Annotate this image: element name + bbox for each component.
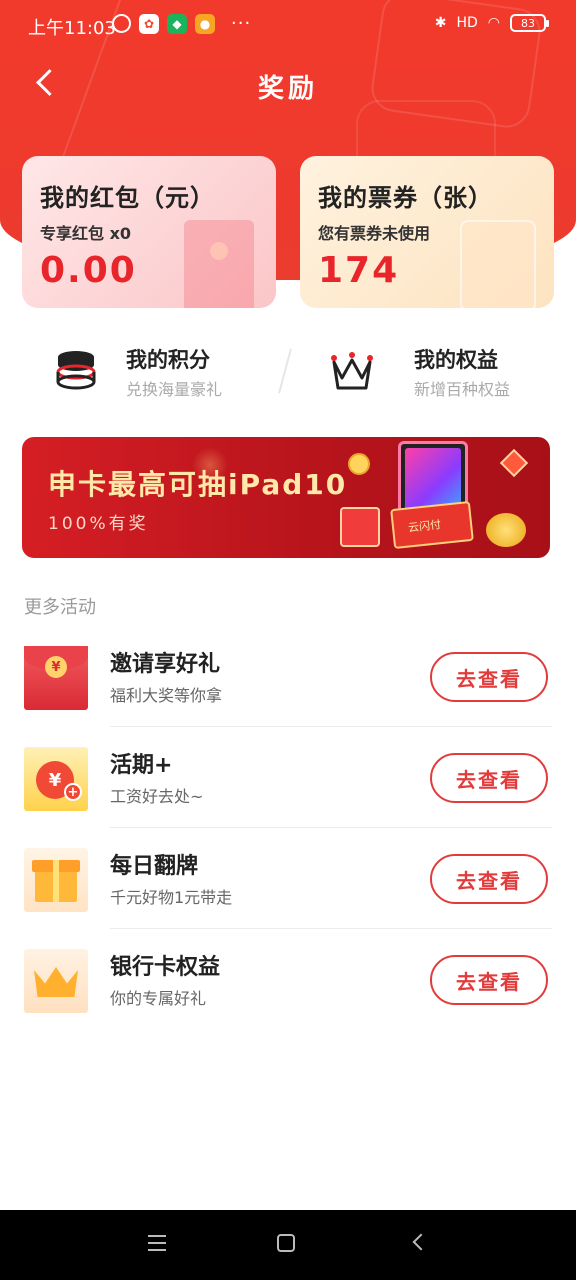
activity-row[interactable]: 每日翻牌 千元好物1元带走 去查看 [0,836,576,936]
red-packet-subtitle: 专享红包 x0 [40,224,132,243]
activity-row[interactable]: 银行卡权益 你的专属好礼 去查看 [0,937,576,1037]
gift-icon [24,848,88,912]
red-packet-card[interactable]: 我的红包（元） 专享红包 x0 0.00 [22,156,276,308]
view-button[interactable]: 去查看 [430,652,548,702]
back-icon[interactable] [412,1233,430,1251]
gift-box-label: 云闪付 [407,518,442,535]
top-navigation: 奖励 [0,56,576,112]
banner-title: 申卡最高可抽iPad10 [48,468,348,501]
activity-title: 邀请享好礼 [110,652,221,677]
crown-icon [331,352,373,390]
status-bar: 上午11:03 ✿ ◆ ● ··· ✱ HD ◠ 83 [0,0,576,52]
tickets-title: 我的票券（张） [318,184,493,212]
promo-banner[interactable]: 申卡最高可抽iPad10 100%有奖 云闪付 [22,437,550,558]
coins-stack-icon [56,351,96,390]
shield-app-icon: ◆ [167,13,187,34]
points-entry[interactable]: 我的积分 兑换海量豪礼 [50,340,300,400]
red-envelope-icon [340,507,380,547]
more-notifications-icon: ··· [231,13,252,34]
row-divider [110,726,552,727]
coins-stack-image [486,513,526,547]
tickets-count: 174 [318,250,400,291]
row-divider [110,827,552,828]
activity-title: 活期+ [110,753,173,778]
yuan-plus-icon: ¥ + [24,747,88,811]
status-notification-icons: ✿ ◆ ● ··· [112,13,251,34]
bluetooth-icon: ✱ [434,15,447,31]
row-divider [110,928,552,929]
more-activities-heading: 更多活动 [24,597,96,618]
activity-row[interactable]: ¥ 邀请享好礼 福利大奖等你拿 去查看 [0,634,576,734]
rights-title: 我的权益 [414,348,498,372]
view-button[interactable]: 去查看 [430,854,548,904]
red-envelope-icon [184,220,254,308]
status-time: 上午11:03 [28,18,116,39]
view-button[interactable]: 去查看 [430,955,548,1005]
app-notification-icon: ✿ [139,13,159,34]
activity-title: 每日翻牌 [110,854,199,879]
activity-subtitle: 千元好物1元带走 [110,888,233,907]
red-envelope-icon: ¥ [24,646,88,710]
activity-subtitle: 工资好去处~ [110,787,204,806]
activity-subtitle: 你的专属好礼 [110,989,207,1008]
view-button[interactable]: 去查看 [430,753,548,803]
home-icon[interactable] [277,1234,295,1252]
rights-subtitle: 新增百种权益 [414,380,511,399]
tickets-subtitle: 您有票券未使用 [318,224,431,243]
points-title: 我的积分 [126,348,210,372]
rights-entry[interactable]: 我的权益 新增百种权益 [320,340,570,400]
alarm-icon [112,14,131,33]
system-navigation-bar [0,1210,576,1280]
battery-icon: 83 [510,14,549,32]
activity-subtitle: 福利大奖等你拿 [110,686,223,705]
signal-icon: HD [456,15,478,31]
ticket-icon [460,220,536,308]
points-subtitle: 兑换海量豪礼 [126,380,223,399]
crown-icon [24,949,88,1013]
page-title: 奖励 [257,74,318,104]
wifi-icon: ◠ [487,15,500,31]
app-notification-icon: ● [195,13,215,34]
menu-icon[interactable] [148,1235,166,1251]
coin-icon [348,453,370,475]
banner-subtitle: 100%有奖 [48,514,149,534]
tag-decoration [499,448,529,478]
red-packet-amount: 0.00 [40,250,137,291]
gift-box-image: 云闪付 [390,500,474,550]
status-system-icons: ✱ HD ◠ 83 [434,14,549,32]
red-packet-title: 我的红包（元） [40,184,215,212]
activity-row[interactable]: ¥ + 活期+ 工资好去处~ 去查看 [0,735,576,835]
activity-title: 银行卡权益 [110,955,221,980]
tickets-card[interactable]: 我的票券（张） 您有票券未使用 174 [300,156,554,308]
